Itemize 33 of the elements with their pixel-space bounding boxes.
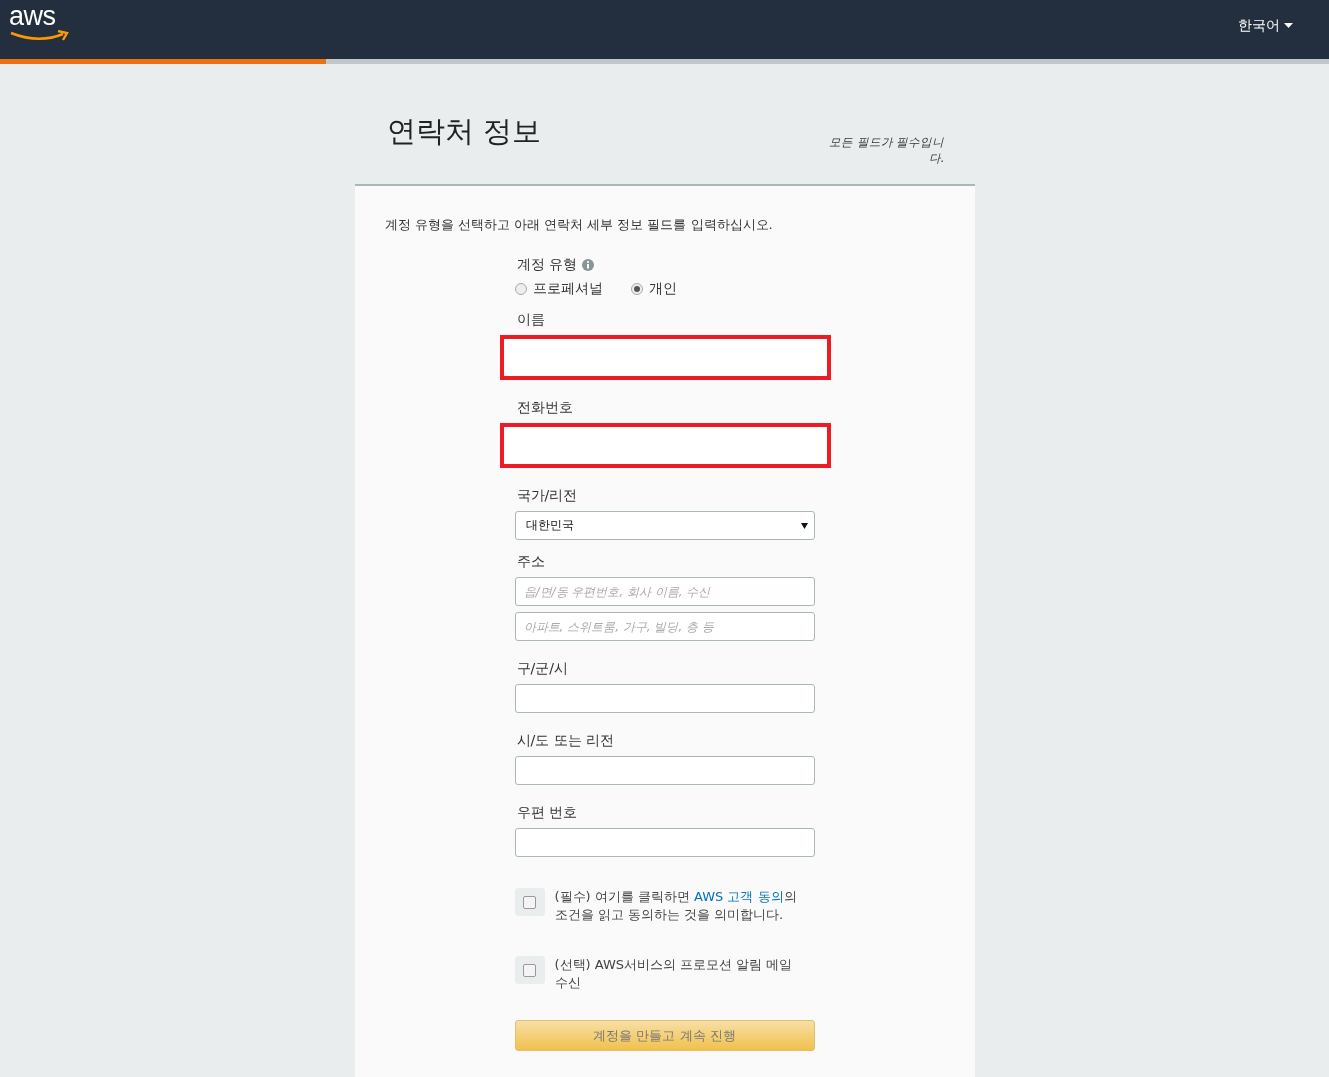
- country-dropdown[interactable]: 대한민국: [514, 511, 815, 540]
- address-field[interactable]: 읍/면/동 우편번호, 회사 이름, 수신: [514, 577, 815, 606]
- text-field[interactable]: [514, 684, 815, 713]
- field-label: 전화번호: [516, 399, 574, 417]
- address-field[interactable]: 아파트, 스위트룸, 가구, 빌딩, 층 등: [514, 612, 815, 641]
- text-field[interactable]: [514, 828, 815, 857]
- language-dropdown[interactable]: 한국어: [1238, 17, 1293, 35]
- required-note: 모든 필드가 필수입니다.: [828, 134, 945, 166]
- field-label: 주소: [516, 553, 546, 571]
- caret-icon: [800, 522, 808, 529]
- info-icon[interactable]: [581, 259, 594, 271]
- intro-text: 계정 유형을 선택하고 아래 연락처 세부 정보 필드를 입력하십시오.: [384, 216, 774, 234]
- field-label: 계정 유형: [516, 256, 577, 274]
- text-field[interactable]: [499, 335, 831, 380]
- agreement-link[interactable]: AWS 고객 동의: [694, 889, 784, 904]
- field-label: 우편 번호: [516, 804, 578, 822]
- page-title: 연락처 정보: [386, 113, 541, 150]
- checkbox[interactable]: [523, 963, 536, 977]
- field-label: 구/군/시: [516, 660, 569, 678]
- text-field[interactable]: [514, 756, 815, 785]
- radio-option[interactable]: 개인: [630, 280, 677, 298]
- agreement-text: (필수) 여기를 클릭하면 AWS 고객 동의 의 조건을 읽고 동의하는 것을 의미합니다.: [554, 888, 798, 924]
- radio-button[interactable]: [514, 283, 527, 295]
- caret-icon: [1284, 23, 1293, 29]
- field-label: 시/도 또는 리전: [516, 732, 616, 750]
- text-field[interactable]: [499, 423, 831, 468]
- aws-logo: aws: [9, 2, 69, 42]
- radio-button[interactable]: [630, 283, 643, 295]
- field-label: 이름: [516, 311, 546, 329]
- radio-option[interactable]: 프로페셔널: [514, 280, 603, 298]
- checkbox[interactable]: [523, 895, 536, 909]
- agreement-text: (선택) AWS서비스의 프로모션 알림 메일 수신: [554, 956, 794, 992]
- field-label: 국가/리전: [516, 487, 579, 505]
